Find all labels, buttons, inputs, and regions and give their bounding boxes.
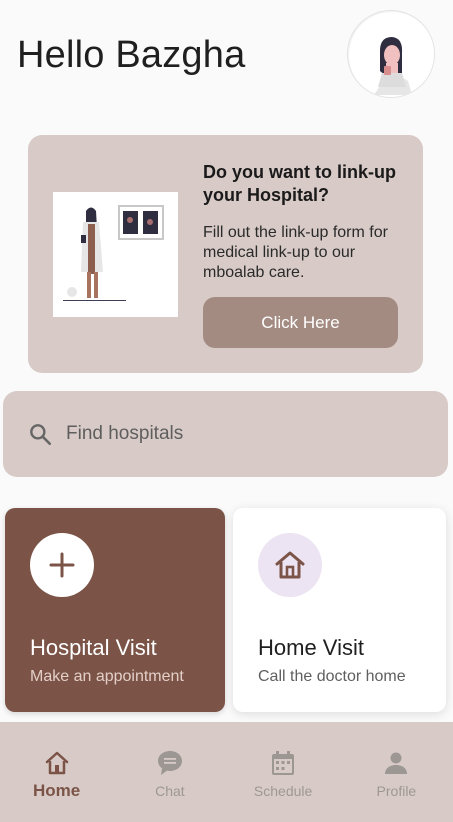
card-title: Hospital Visit xyxy=(30,635,157,660)
nav-item-profile[interactable]: Profile xyxy=(340,722,453,822)
nav-label: Chat xyxy=(155,783,185,799)
avatar-illustration xyxy=(349,12,434,97)
search-icon xyxy=(30,424,52,446)
card-title: Home Visit xyxy=(258,635,364,660)
avatar[interactable] xyxy=(347,10,435,98)
home-visit-card[interactable]: Home Visit Call the doctor home xyxy=(233,508,446,712)
plus-icon xyxy=(30,533,94,597)
calendar-icon xyxy=(272,751,295,775)
page-title: Hello Bazgha xyxy=(17,34,246,76)
hospital-link-up-card: Do you want to link-up your Hospital? Fi… xyxy=(28,135,423,373)
doctor-illustration xyxy=(53,192,178,317)
chat-icon xyxy=(157,751,182,775)
nav-item-schedule[interactable]: Schedule xyxy=(227,722,340,822)
house-icon xyxy=(258,533,322,597)
promo-description: Fill out the link-up form for medical li… xyxy=(203,224,388,281)
home-icon xyxy=(45,751,68,775)
nav-label: Profile xyxy=(376,783,417,799)
nav-label: Home xyxy=(33,781,81,800)
card-subtitle: Make an appointment xyxy=(30,668,184,685)
click-here-button[interactable]: Click Here xyxy=(203,297,398,348)
person-icon xyxy=(385,752,408,774)
nav-item-chat[interactable]: Chat xyxy=(113,722,226,822)
hospital-visit-card[interactable]: Hospital Visit Make an appointment xyxy=(5,508,225,712)
nav-item-home[interactable]: Home xyxy=(0,722,113,822)
bottom-navigation: Home Chat Schedule Profile xyxy=(0,722,453,822)
search-bar[interactable] xyxy=(3,391,448,477)
promo-title: Do you want to link-up your Hospital? xyxy=(203,162,396,205)
nav-label: Schedule xyxy=(253,783,313,799)
card-subtitle: Call the doctor home xyxy=(258,668,406,685)
search-input[interactable] xyxy=(66,423,406,445)
